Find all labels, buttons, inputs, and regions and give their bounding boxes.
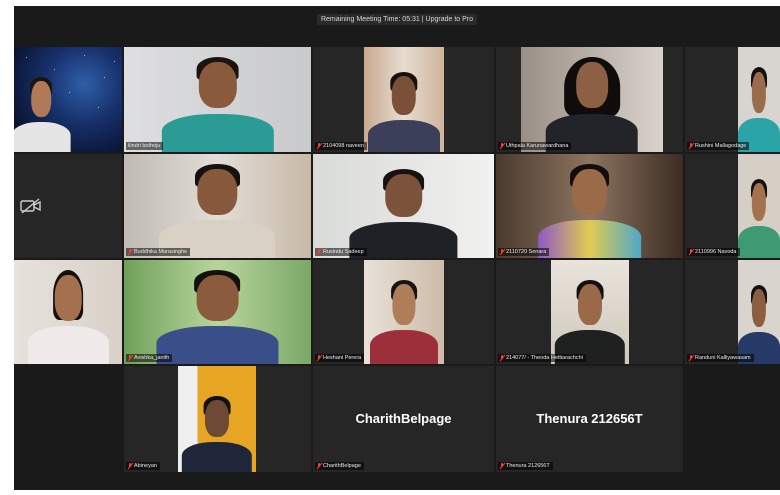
participant-tile[interactable]: Thenura 212656T Thenura 212656T [496,366,683,472]
participant-tile[interactable]: Rusindu Sadeep [313,154,494,258]
participant-video [496,154,683,258]
participant-figure [538,159,641,258]
participant-tile[interactable]: 2104098 naveen [313,47,494,152]
participant-tile[interactable]: 214077/ - Theoda Hettiarachchi [496,260,683,364]
mic-muted-icon [317,143,321,149]
mic-muted-icon [128,355,132,361]
participant-video [738,47,780,152]
participant-name: 214077/ - Theoda Hettiarachchi [498,354,586,362]
participant-video [521,47,663,152]
mic-muted-icon [689,249,693,255]
participant-figure [738,281,780,364]
mic-muted-icon [500,143,504,149]
participant-tile[interactable] [14,154,122,258]
participant-figure [370,276,438,364]
participant-tile[interactable]: ilindri bothoju [124,47,311,152]
participant-tile[interactable]: Randuni Kalliyawasam [685,260,780,364]
participant-name: ilindri bothoju [126,142,164,150]
participant-tile[interactable] [14,47,122,152]
participant-video [313,154,494,258]
video-off-icon [20,198,41,214]
participant-figure [554,276,626,364]
participant-figure [545,52,639,152]
participant-tile[interactable]: Avishka_janith [124,260,311,364]
participant-name: CharithBelpage [315,462,364,470]
participant-name: Rusindu Sadeep [315,248,367,256]
participant-figure [14,73,71,152]
participant-figure [159,159,276,258]
meeting-time-banner[interactable]: Remaining Meeting Time: 05:31 | Upgrade … [316,13,477,25]
participant-tile[interactable] [14,260,122,364]
participant-video [124,154,311,258]
mic-muted-icon [128,249,132,255]
mic-muted-icon [317,249,321,255]
meeting-topbar: Remaining Meeting Time: 05:31 | Upgrade … [14,6,780,32]
participant-name: 2104098 naveen [315,142,367,150]
participant-figure [738,63,780,152]
participant-figure [161,52,274,152]
participant-video [124,260,311,364]
mic-muted-icon [500,249,504,255]
participant-video [364,47,444,152]
meeting-window: Remaining Meeting Time: 05:31 | Upgrade … [14,6,780,490]
participant-name: Uthpala Karunawardhana [498,142,572,150]
participant-display-name: CharithBelpage [355,410,452,426]
participant-name: Thenura 212656T [498,462,553,470]
participant-name: 2110720 Senara [498,248,550,256]
participant-tile[interactable]: 2110996 Navoda [685,154,780,258]
mic-muted-icon [689,143,693,149]
participant-video [738,154,780,258]
participant-video [551,260,629,364]
participant-name: Rushini Mallagodage [687,142,750,150]
participant-name: Randuni Kalliyawasam [687,354,754,362]
mic-muted-icon [689,355,693,361]
participant-figure [27,265,109,364]
participant-tile[interactable]: 2110720 Senara [496,154,683,258]
participant-name: Abineyan [126,462,160,470]
mic-muted-icon [500,463,504,469]
participant-tile[interactable]: Heshani Perera [313,260,494,364]
participant-name: 2110996 Navoda [687,248,740,256]
participant-video [14,260,122,364]
participant-tile[interactable]: CharithBelpage CharithBelpage [313,366,494,472]
participant-name: Buddhika Marasinghe [126,248,191,256]
participant-video [738,260,780,364]
participant-figure [156,265,279,364]
participant-figure [349,164,458,258]
participant-figure [738,175,780,258]
participant-figure [181,393,253,472]
participant-display-name: Thenura 212656T [536,410,643,426]
participant-name: Avishka_janith [126,354,173,362]
participant-tile[interactable]: Abineyan [124,366,311,472]
participant-video [14,47,122,152]
participant-video [178,366,256,472]
participant-tile[interactable]: Rushini Mallagodage [685,47,780,152]
mic-muted-icon [317,355,321,361]
mic-muted-icon [317,463,321,469]
participant-video [124,47,311,152]
participant-figure [368,68,440,152]
participant-tile[interactable]: Buddhika Marasinghe [124,154,311,258]
mic-muted-icon [500,355,504,361]
mic-muted-icon [128,463,132,469]
participant-name: Heshani Perera [315,354,365,362]
participant-tile[interactable]: Uthpala Karunawardhana [496,47,683,152]
participant-video [364,260,444,364]
